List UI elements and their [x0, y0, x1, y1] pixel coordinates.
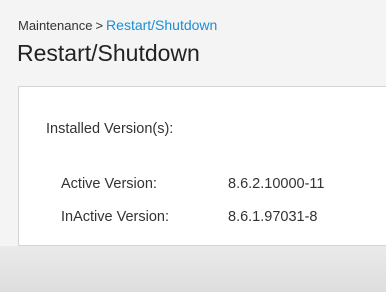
inactive-version-label: InActive Version:	[61, 209, 169, 225]
inactive-version-value: 8.6.1.97031-8	[228, 209, 318, 225]
active-version-label: Active Version:	[61, 176, 157, 192]
active-version-value: 8.6.2.10000-11	[228, 176, 325, 192]
button-bar	[0, 246, 386, 292]
breadcrumb-parent[interactable]: Maintenance	[18, 18, 92, 33]
page-header: Maintenance > Restart/Shutdown Restart/Shu…	[0, 0, 386, 86]
installed-versions-label: Installed Version(s):	[46, 121, 174, 137]
page-title: Restart/Shutdown	[17, 40, 200, 66]
breadcrumb: Maintenance > Restart/Shutdown	[18, 17, 217, 34]
breadcrumb-current[interactable]: Restart/Shutdown	[106, 17, 217, 33]
version-info-panel: Installed Version(s): Active Version: 8.…	[18, 86, 386, 246]
breadcrumb-separator: >	[95, 18, 104, 33]
